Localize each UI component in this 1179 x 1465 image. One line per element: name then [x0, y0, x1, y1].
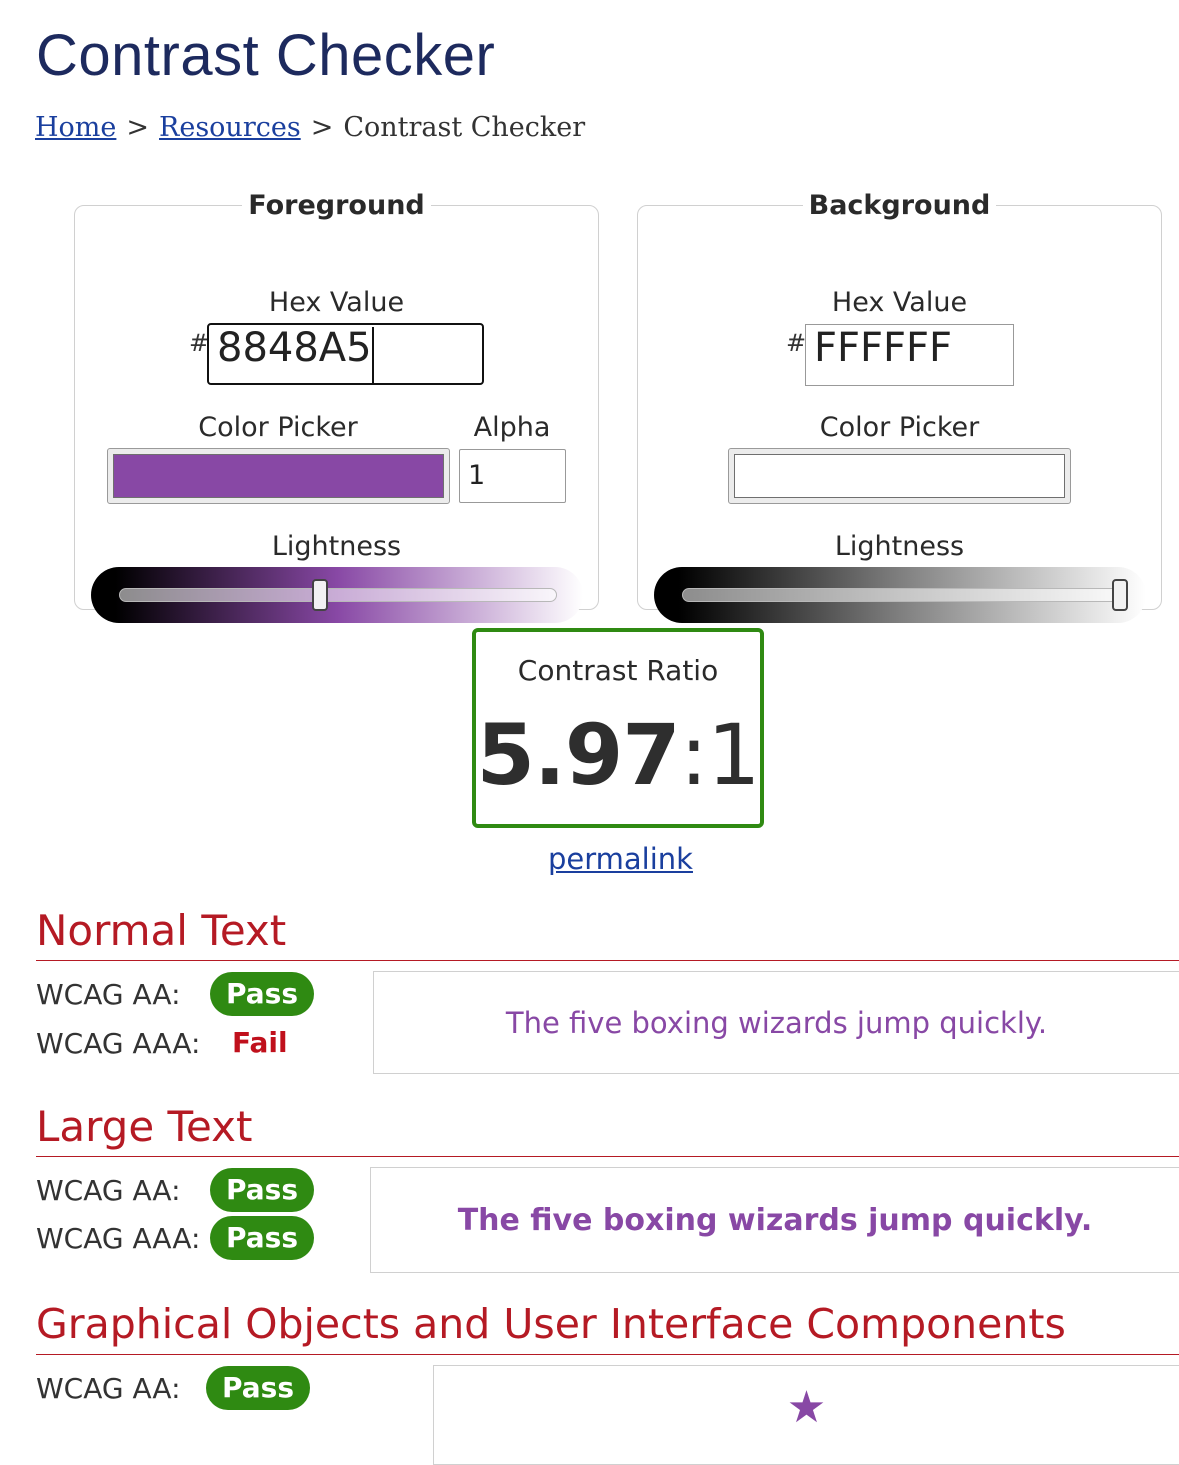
graphical-sample: ★ [433, 1365, 1179, 1465]
large-text-heading: Large Text [36, 1102, 253, 1151]
section-divider [36, 1156, 1179, 1157]
breadcrumb: Home > Resources > Contrast Checker [35, 112, 585, 143]
breadcrumb-current: Contrast Checker [343, 112, 586, 143]
section-divider [36, 1354, 1179, 1355]
breadcrumb-separator: > [126, 112, 150, 143]
large-aa-label: WCAG AA: [36, 1174, 181, 1207]
background-color-picker[interactable] [728, 448, 1071, 504]
foreground-lightness-label: Lightness [271, 531, 402, 562]
contrast-ratio-box: Contrast Ratio 5.97:1 [472, 628, 764, 828]
contrast-ratio-one: 1 [707, 706, 760, 804]
normal-aa-label: WCAG AA: [36, 978, 181, 1011]
normal-aaa-status-badge: Fail [232, 1026, 288, 1059]
foreground-panel: Foreground Hex Value # 8848A5 Color Pick… [74, 190, 599, 623]
background-hash-symbol: # [786, 329, 807, 357]
foreground-lightness-slider[interactable] [91, 567, 583, 623]
alpha-label: Alpha [473, 412, 551, 443]
breadcrumb-resources-link[interactable]: Resources [159, 112, 301, 143]
foreground-color-swatch [113, 454, 444, 498]
normal-text-sample: The five boxing wizards jump quickly. [373, 971, 1179, 1074]
breadcrumb-separator: > [310, 112, 334, 143]
foreground-lightness-thumb[interactable] [312, 579, 329, 611]
permalink-link[interactable]: permalink [548, 842, 693, 876]
background-legend: Background [808, 190, 991, 221]
normal-aa-status-badge: Pass [210, 972, 314, 1016]
contrast-ratio-number: 5.97 [476, 706, 680, 804]
background-panel: Background Hex Value # FFFFFF Color Pick… [637, 190, 1162, 623]
foreground-color-picker-label: Color Picker [198, 412, 358, 443]
normal-text-heading: Normal Text [36, 906, 287, 955]
contrast-ratio-value: 5.97:1 [476, 706, 760, 804]
large-aaa-label: WCAG AAA: [36, 1222, 201, 1255]
background-hex-label: Hex Value [831, 287, 968, 318]
graphical-aa-label: WCAG AA: [36, 1372, 181, 1405]
background-hex-input[interactable]: FFFFFF [805, 324, 1014, 386]
background-color-picker-label: Color Picker [819, 412, 980, 443]
background-lightness-thumb[interactable] [1112, 579, 1128, 611]
large-text-sample: The five boxing wizards jump quickly. [370, 1167, 1179, 1273]
breadcrumb-home-link[interactable]: Home [35, 112, 116, 143]
foreground-lightness-rail [119, 588, 557, 602]
alpha-input[interactable]: 1 [459, 449, 566, 503]
normal-aaa-label: WCAG AAA: [36, 1027, 201, 1060]
background-color-swatch [734, 454, 1065, 498]
background-lightness-slider[interactable] [654, 567, 1146, 623]
foreground-legend: Foreground [248, 190, 425, 221]
foreground-color-picker[interactable] [107, 448, 450, 504]
foreground-hex-input[interactable]: 8848A5 [207, 323, 484, 385]
graphical-aa-status-badge: Pass [206, 1366, 310, 1410]
graphical-objects-heading: Graphical Objects and User Interface Com… [36, 1300, 1066, 1348]
background-lightness-rail [682, 588, 1120, 602]
foreground-hex-label: Hex Value [268, 287, 405, 318]
section-divider [36, 960, 1179, 961]
contrast-ratio-colon: : [679, 706, 708, 804]
star-icon: ★ [786, 1382, 827, 1433]
background-lightness-label: Lightness [834, 531, 965, 562]
contrast-ratio-label: Contrast Ratio [517, 654, 719, 687]
large-aaa-status-badge: Pass [210, 1216, 314, 1260]
text-caret [372, 327, 374, 383]
large-aa-status-badge: Pass [210, 1168, 314, 1212]
page-title: Contrast Checker [36, 23, 496, 88]
